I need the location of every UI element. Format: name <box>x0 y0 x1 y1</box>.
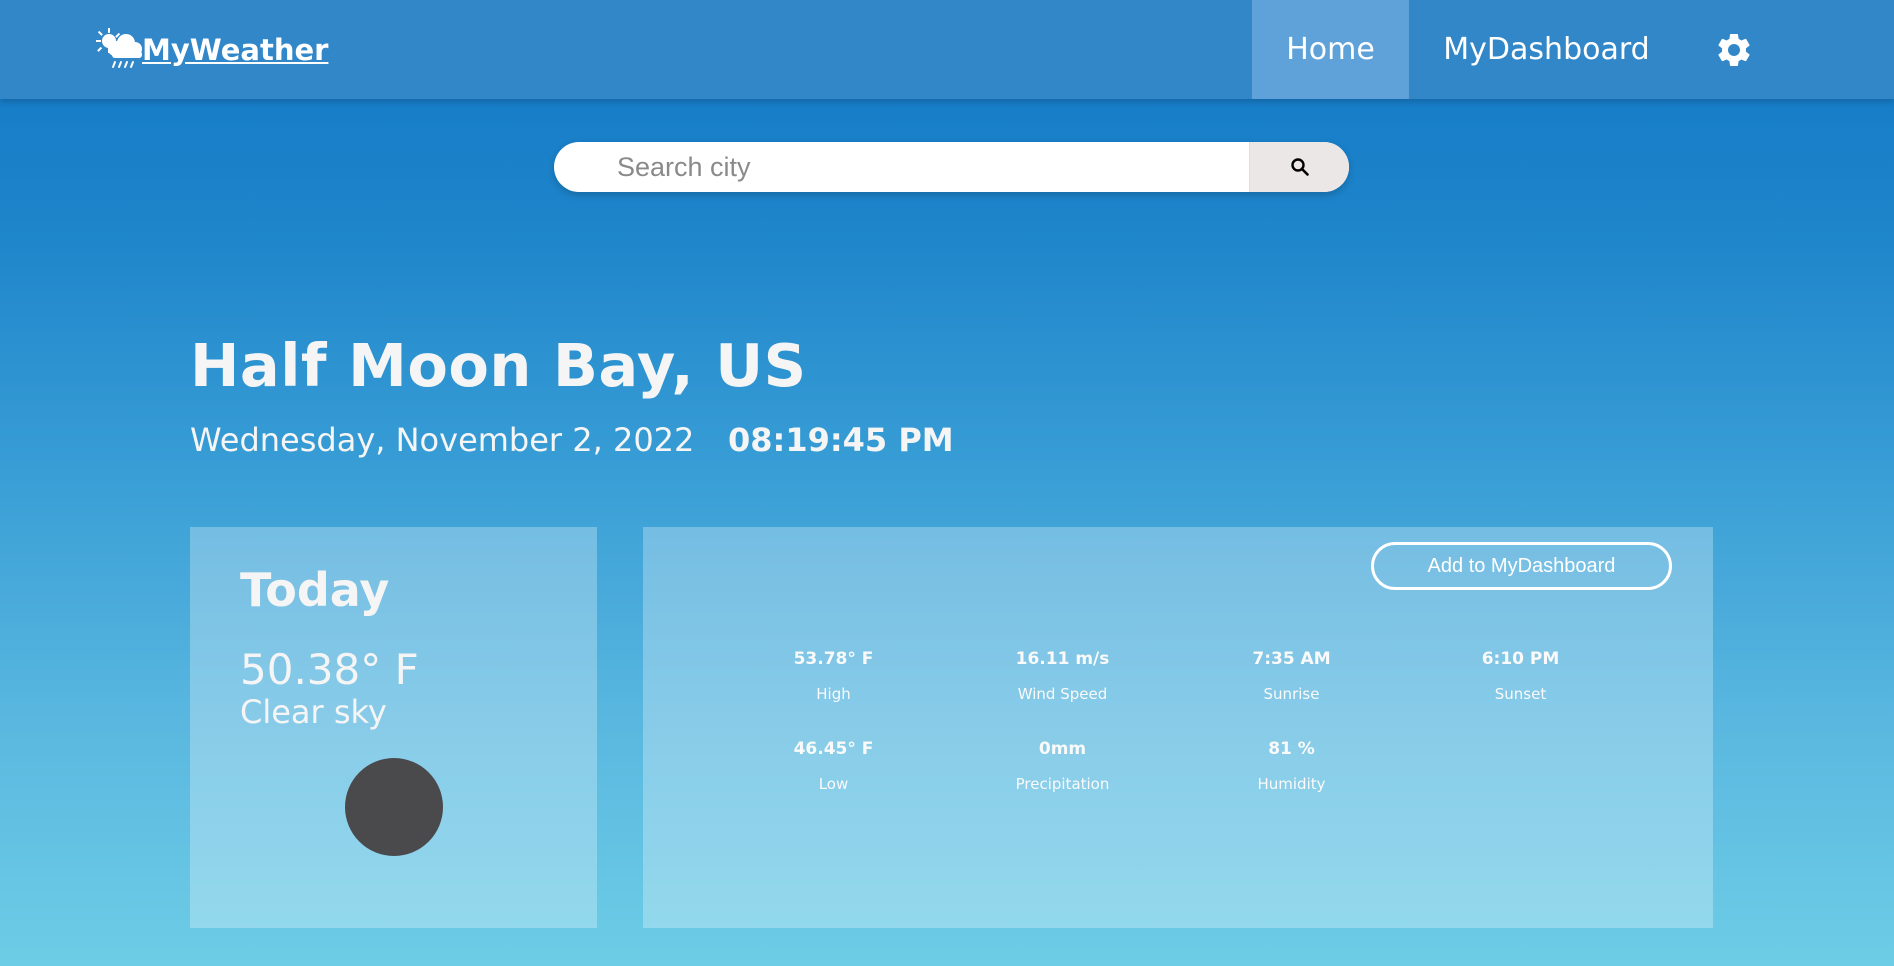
stat-wind-speed: 16.11 m/s Wind Speed <box>948 649 1177 703</box>
stat-sunset: 6:10 PM Sunset <box>1406 649 1635 703</box>
today-card: Today 50.38° F Clear sky <box>190 527 597 928</box>
navbar: MyWeather Home MyDashboard <box>0 0 1894 99</box>
search-input[interactable] <box>554 142 1249 192</box>
stat-high: 53.78° F High <box>719 649 948 703</box>
weather-stats: 53.78° F High 16.11 m/s Wind Speed 7:35 … <box>719 649 1636 793</box>
stat-value: 6:10 PM <box>1481 649 1560 669</box>
sun-cloud-rain-icon <box>96 28 142 68</box>
today-temperature: 50.38° F <box>240 645 419 694</box>
brand-link[interactable]: MyWeather <box>95 27 328 73</box>
city-name: Half Moon Bay, US <box>190 331 807 400</box>
stat-sunrise: 7:35 AM Sunrise <box>1177 649 1406 703</box>
stat-label: High <box>816 685 851 703</box>
stat-value: 46.45° F <box>793 739 874 759</box>
stat-label: Low <box>818 775 849 793</box>
brand-name[interactable]: MyWeather <box>142 33 328 67</box>
add-to-dashboard-button[interactable]: Add to MyDashboard <box>1371 542 1672 590</box>
stat-label: Precipitation <box>1015 775 1110 793</box>
stat-value: 53.78° F <box>793 649 874 669</box>
stat-precipitation: 0mm Precipitation <box>948 739 1177 793</box>
clear-night-moon-icon <box>345 758 443 856</box>
stat-value: 7:35 AM <box>1252 649 1331 669</box>
stat-label: Sunrise <box>1263 685 1320 703</box>
stat-label: Sunset <box>1494 685 1547 703</box>
search-button[interactable] <box>1249 142 1349 192</box>
nav-home[interactable]: Home <box>1252 0 1409 99</box>
stat-label: Humidity <box>1257 775 1326 793</box>
stat-low: 46.45° F Low <box>719 739 948 793</box>
today-title: Today <box>240 563 390 617</box>
stat-value: 0mm <box>1038 739 1087 759</box>
current-time: 08:19:45 PM <box>728 421 954 459</box>
stat-humidity: 81 % Humidity <box>1177 739 1406 793</box>
details-card: Add to MyDashboard 53.78° F High 16.11 m… <box>643 527 1713 928</box>
search-bar <box>554 142 1349 192</box>
search-icon <box>1290 158 1309 176</box>
stat-label: Wind Speed <box>1017 685 1108 703</box>
stat-value: 81 % <box>1268 739 1315 759</box>
nav-mydashboard[interactable]: MyDashboard <box>1409 0 1684 99</box>
stat-value: 16.11 m/s <box>1015 649 1110 669</box>
gear-icon[interactable] <box>1714 30 1754 70</box>
current-date: Wednesday, November 2, 2022 <box>190 421 695 459</box>
today-description: Clear sky <box>240 693 387 731</box>
